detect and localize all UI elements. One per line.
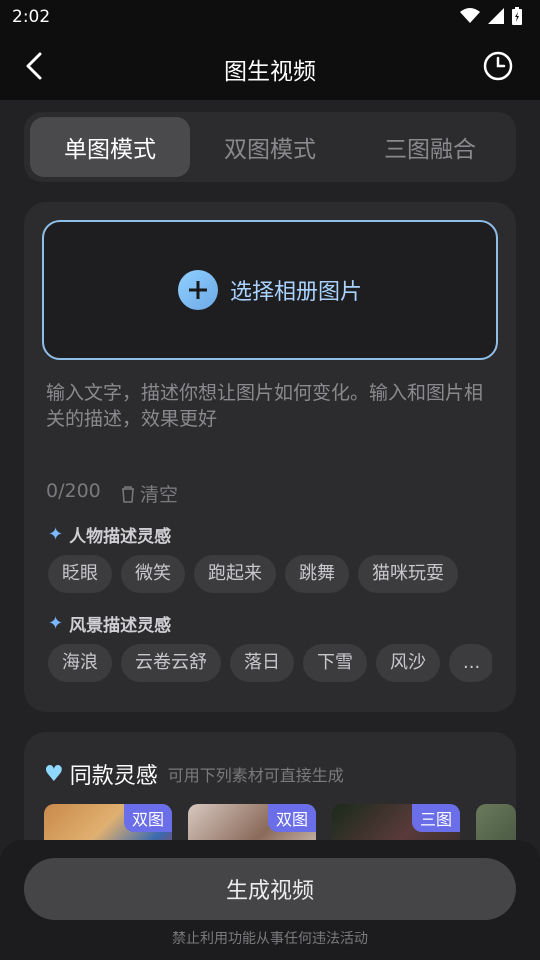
scenery-inspiration-title: ✦ 风景描述灵感 — [48, 611, 171, 636]
scenery-chips: 海浪 云卷云舒 落日 下雪 风沙... — [48, 644, 492, 682]
history-clock-icon[interactable] — [482, 50, 514, 82]
sparkle-icon: ✦ — [48, 524, 64, 545]
tab-triple-fusion[interactable]: 三图融合 — [350, 117, 510, 177]
chip-scenery[interactable]: 风沙 — [376, 644, 440, 682]
heart-icon: ♥ — [44, 761, 64, 787]
chip-scenery[interactable]: 下雪 — [303, 644, 367, 682]
chip-scenery[interactable]: 云卷云舒 — [121, 644, 221, 682]
thumbnail-badge: 三图 — [411, 804, 460, 832]
prompt-card: 选择相册图片 输入文字，描述你想让图片如何变化。输入和图片相关的描述，效果更好 … — [24, 202, 516, 712]
chip-people[interactable]: 猫咪玩耍 — [358, 555, 458, 593]
battery-icon — [512, 7, 522, 25]
prompt-input[interactable]: 输入文字，描述你想让图片如何变化。输入和图片相关的描述，效果更好 — [46, 380, 496, 432]
chip-people[interactable]: 跳舞 — [285, 555, 349, 593]
trash-icon — [122, 485, 134, 503]
tab-dual-image[interactable]: 双图模式 — [190, 117, 350, 177]
thumbnail-badge: 双图 — [123, 804, 172, 832]
legal-notice: 禁止利用功能从事任何违法活动 — [172, 931, 368, 947]
chip-people[interactable]: 跑起来 — [194, 555, 276, 593]
wifi-icon — [460, 8, 480, 23]
people-inspiration-label: 人物描述灵感 — [69, 527, 172, 547]
sparkle-icon: ✦ — [48, 613, 64, 634]
chip-scenery[interactable]: 落日 — [230, 644, 294, 682]
status-time: 2:02 — [12, 7, 51, 27]
chip-scenery[interactable]: 海浪 — [48, 644, 112, 682]
signal-icon — [488, 8, 504, 24]
mode-tabs: 单图模式 双图模式 三图融合 — [24, 112, 516, 182]
plus-icon — [177, 270, 218, 310]
scenery-inspiration-label: 风景描述灵感 — [69, 616, 172, 636]
page-title: 图生视频 — [224, 59, 316, 85]
chip-people[interactable]: 眨眼 — [48, 555, 112, 593]
clear-button[interactable]: 清空 — [120, 480, 178, 507]
status-icons — [460, 7, 522, 25]
app-bar: 图生视频 — [0, 34, 540, 100]
same-inspiration-subtitle: 可用下列素材可直接生成 — [167, 766, 344, 785]
thumbnail-badge: 双图 — [267, 804, 316, 832]
select-album-image-button[interactable]: 选择相册图片 — [42, 220, 498, 360]
same-inspiration-header: ♥ 同款灵感 可用下列素材可直接生成 — [44, 758, 344, 790]
people-chips: 眨眼 微笑 跑起来 跳舞 猫咪玩耍 — [48, 555, 492, 593]
generate-video-button[interactable]: 生成视频 — [24, 858, 516, 920]
char-counter: 0/200 — [46, 480, 101, 502]
select-album-label: 选择相册图片 — [229, 280, 362, 305]
chip-people[interactable]: 微笑 — [121, 555, 185, 593]
status-bar: 2:02 — [0, 0, 540, 34]
chip-scenery[interactable]: ... — [449, 644, 492, 682]
bottom-panel: 生成视频 禁止利用功能从事任何违法活动 — [0, 840, 540, 960]
clear-label: 清空 — [140, 484, 179, 506]
people-inspiration-title: ✦ 人物描述灵感 — [48, 522, 171, 547]
tab-single-image[interactable]: 单图模式 — [30, 117, 190, 177]
same-inspiration-title: 同款灵感 — [69, 764, 158, 789]
